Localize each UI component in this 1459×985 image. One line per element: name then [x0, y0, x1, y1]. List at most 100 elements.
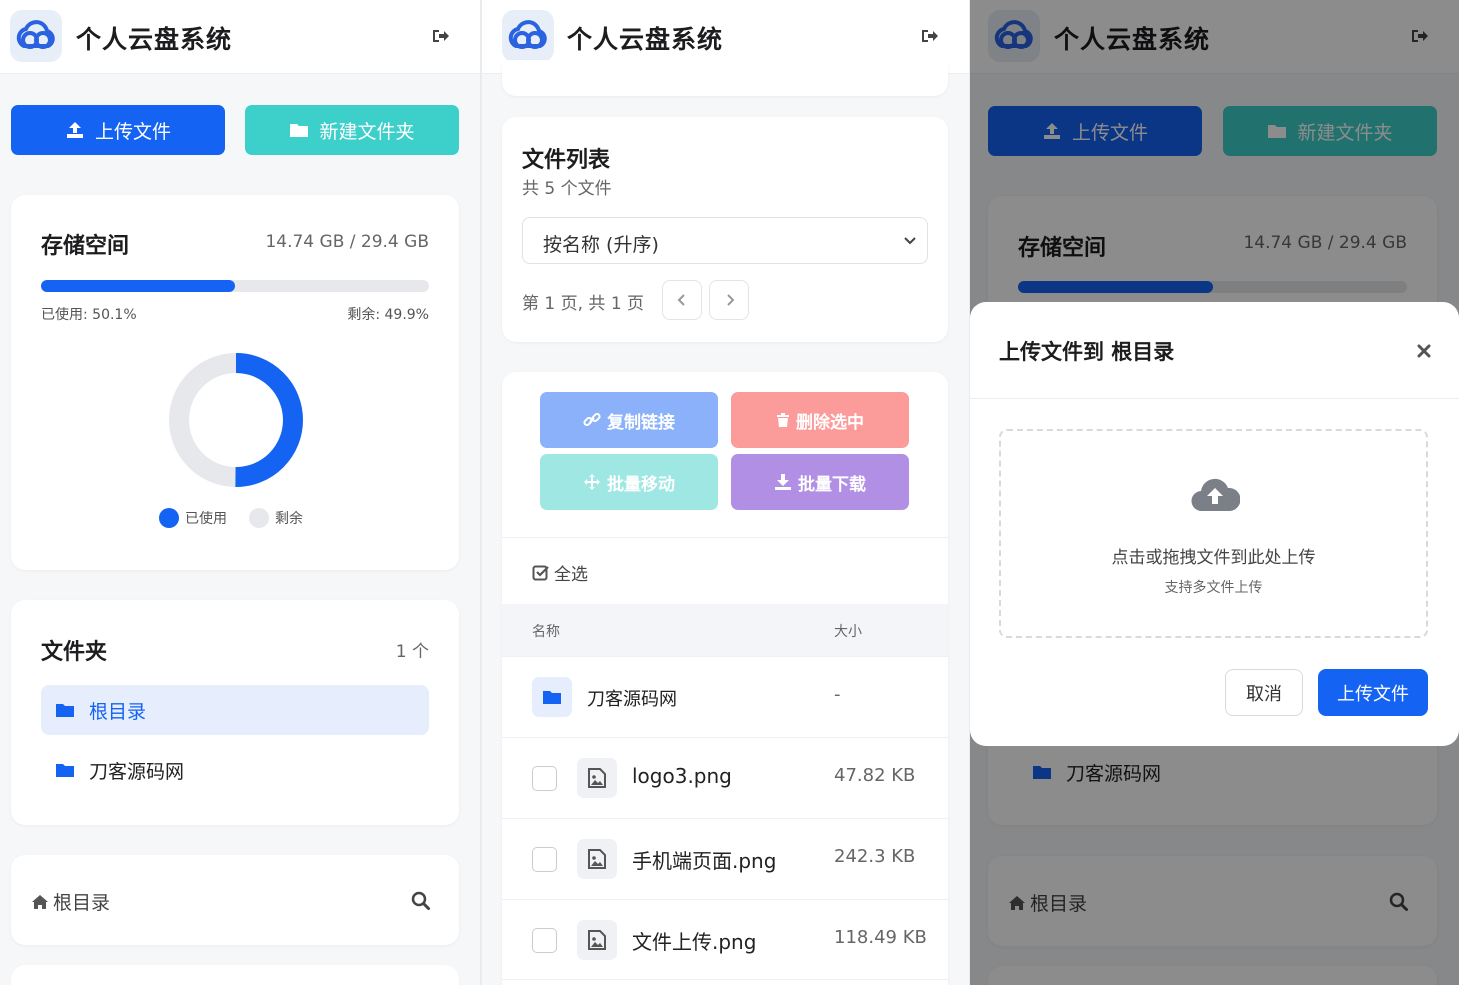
file-name: 刀客源码网 — [587, 689, 677, 710]
sort-select[interactable]: 按名称 (升序) — [522, 217, 928, 264]
image-file-icon — [577, 839, 617, 879]
storage-donut-chart — [169, 353, 303, 487]
table-row[interactable]: logo3.png 47.82 KB — [502, 737, 948, 818]
new-folder-button[interactable]: 新建文件夹 — [245, 105, 459, 155]
copy-link-button[interactable]: 复制链接 — [540, 392, 718, 448]
logout-icon[interactable] — [430, 26, 450, 46]
file-size: - — [834, 684, 841, 705]
chevron-down-icon — [904, 237, 916, 245]
link-icon — [583, 412, 601, 427]
select-all-toggle[interactable]: 全选 — [532, 560, 588, 585]
folder-item-label: 刀客源码网 — [89, 760, 185, 783]
upload-dropzone[interactable]: 点击或拖拽文件到此处上传 支持多文件上传 — [999, 429, 1428, 638]
logout-icon[interactable] — [919, 26, 939, 46]
batch-move-button[interactable]: 批量移动 — [540, 454, 718, 510]
pagination-text: 第 1 页, 共 1 页 — [522, 294, 645, 314]
home-icon — [32, 894, 48, 909]
table-header: 名称 大小 — [502, 604, 948, 656]
folders-title: 文件夹 — [41, 640, 108, 665]
move-icon — [584, 474, 600, 490]
row-checkbox[interactable] — [532, 766, 557, 791]
donut-legend: 已使用 剩余 — [159, 508, 303, 528]
legend-remaining-label: 剩余 — [275, 511, 303, 527]
file-name: logo3.png — [632, 764, 732, 788]
cloud-logo-icon — [10, 10, 62, 62]
delete-selected-button[interactable]: 删除选中 — [731, 392, 909, 448]
confirm-upload-button[interactable]: 上传文件 — [1318, 669, 1428, 716]
upload-button-label: 上传文件 — [94, 120, 171, 143]
table-row[interactable]: 文件上传.png 118.49 KB — [502, 899, 948, 980]
next-page-button[interactable] — [709, 280, 749, 320]
file-list-title: 文件列表 — [522, 148, 611, 173]
legend-used-swatch — [159, 508, 179, 528]
trash-icon — [777, 413, 789, 427]
storage-remaining-text: 剩余: 49.9% — [347, 307, 429, 323]
chevron-right-icon — [727, 294, 735, 306]
prev-page-button[interactable] — [662, 280, 702, 320]
previous-card — [502, 60, 948, 96]
close-icon[interactable] — [1417, 344, 1431, 358]
search-icon[interactable] — [411, 891, 431, 911]
folders-count: 1 个 — [395, 642, 429, 662]
column-header-name: 名称 — [532, 624, 560, 640]
check-square-icon — [532, 565, 549, 580]
new-folder-button-label: 新建文件夹 — [319, 120, 415, 143]
folder-item-root[interactable]: 根目录 — [41, 685, 429, 735]
batch-move-label: 批量移动 — [607, 474, 675, 495]
storage-used-text: 已使用: 50.1% — [41, 307, 137, 323]
delete-selected-label: 删除选中 — [796, 412, 864, 433]
folder-item-label: 根目录 — [89, 700, 147, 723]
file-list-header-card: 文件列表 共 5 个文件 按名称 (升序) 第 1 页, 共 1 页 — [502, 117, 948, 342]
row-checkbox[interactable] — [532, 847, 557, 872]
folder-icon — [290, 124, 309, 137]
batch-download-label: 批量下载 — [798, 474, 866, 495]
cloud-logo-icon — [502, 10, 554, 62]
select-all-label: 全选 — [554, 565, 588, 585]
upload-button[interactable]: 上传文件 — [11, 105, 225, 155]
file-size: 118.49 KB — [834, 927, 927, 948]
panel-file-list: 个人云盘系统 文件列表 共 5 个文件 按名称 (升序) 第 1 页, 共 1 … — [482, 0, 969, 985]
storage-card: 存储空间 14.74 GB / 29.4 GB 已使用: 50.1% 剩余: 4… — [11, 195, 459, 570]
dropzone-hint: 支持多文件上传 — [1164, 580, 1263, 596]
modal-title: 上传文件到 根目录 — [999, 340, 1175, 364]
app-title: 个人云盘系统 — [76, 25, 233, 54]
storage-title: 存储空间 — [41, 234, 130, 259]
folders-card: 文件夹 1 个 根目录 刀客源码网 — [11, 600, 459, 825]
file-list-subtitle: 共 5 个文件 — [522, 179, 612, 199]
copy-link-label: 复制链接 — [607, 412, 675, 433]
app-title: 个人云盘系统 — [567, 25, 724, 54]
image-file-icon — [577, 758, 617, 798]
panel-upload-modal: 个人云盘系统 上传文件 新建文件夹 存储空间 14.74 GB / 29.4 G… — [970, 0, 1459, 985]
chevron-left-icon — [677, 294, 685, 306]
folder-icon — [56, 764, 74, 777]
modal-divider — [970, 398, 1459, 399]
breadcrumb-label: 根目录 — [53, 892, 111, 914]
folder-icon — [56, 704, 74, 717]
table-row[interactable]: 手机端页面.png 242.3 KB — [502, 818, 948, 899]
column-header-size: 大小 — [834, 624, 862, 640]
row-checkbox[interactable] — [532, 928, 557, 953]
legend-remaining-swatch — [249, 508, 269, 528]
folder-item-daoke[interactable]: 刀客源码网 — [41, 745, 429, 795]
storage-progress-bar — [41, 280, 429, 292]
batch-download-button[interactable]: 批量下载 — [731, 454, 909, 510]
file-name: 手机端页面.png — [632, 849, 777, 873]
storage-usage: 14.74 GB / 29.4 GB — [265, 232, 429, 252]
file-size: 242.3 KB — [834, 846, 916, 867]
storage-progress-fill — [41, 280, 236, 292]
table-row[interactable]: 刀客源码网 - — [502, 656, 948, 737]
panel-home: 个人云盘系统 上传文件 新建文件夹 存储空间 14.74 GB / 29.4 G… — [0, 0, 480, 985]
app-header: 个人云盘系统 — [0, 0, 480, 74]
sort-select-value: 按名称 (升序) — [543, 234, 659, 256]
dropzone-text: 点击或拖拽文件到此处上传 — [1111, 548, 1316, 568]
file-name: 文件上传.png — [632, 930, 757, 954]
cancel-button[interactable]: 取消 — [1225, 669, 1303, 716]
breadcrumb[interactable]: 根目录 — [31, 888, 110, 915]
legend-used-label: 已使用 — [185, 511, 227, 527]
image-file-icon — [577, 920, 617, 960]
folder-icon — [532, 677, 572, 717]
download-icon — [775, 474, 791, 490]
upload-modal: 上传文件到 根目录 点击或拖拽文件到此处上传 支持多文件上传 取消 上传文件 — [970, 302, 1459, 746]
file-size: 47.82 KB — [834, 765, 916, 786]
select-all-row: 全选 — [502, 537, 948, 604]
